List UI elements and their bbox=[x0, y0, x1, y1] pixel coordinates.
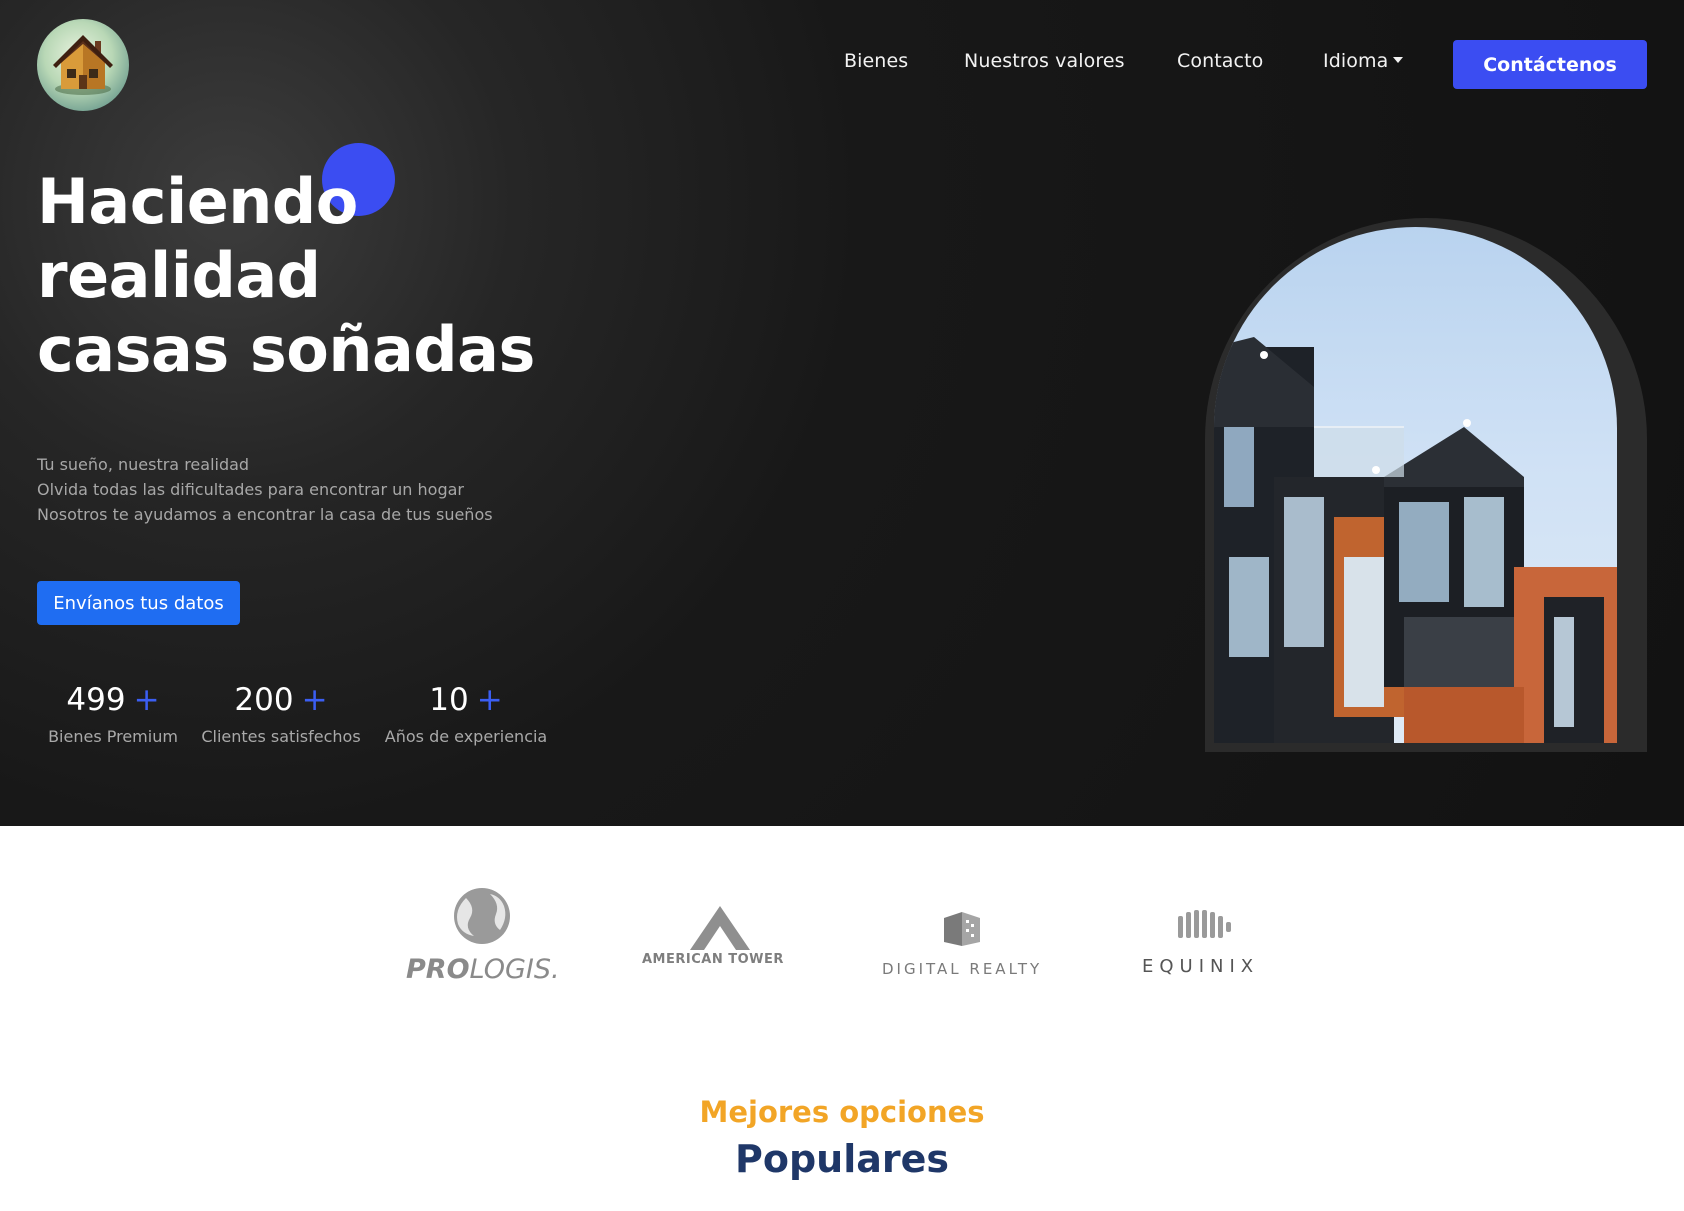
stat-label: Clientes satisfechos bbox=[201, 727, 361, 746]
stat-item: 499 + Bienes Premium bbox=[45, 682, 181, 746]
stat-value: 200 + bbox=[234, 682, 328, 718]
stat-item: 200 + Clientes satisfechos bbox=[197, 682, 365, 746]
nav-nuestros-valores[interactable]: Nuestros valores bbox=[964, 50, 1125, 72]
stat-label: Años de experiencia bbox=[384, 727, 548, 746]
nav-bienes[interactable]: Bienes bbox=[844, 50, 908, 72]
nav-idioma-label: Idioma bbox=[1323, 50, 1389, 72]
hero-text-line: Tu sueño, nuestra realidad bbox=[37, 455, 250, 474]
brand-equinix: EQUINIX bbox=[1140, 906, 1280, 986]
brand-prologis: PROLOGIS. bbox=[404, 884, 564, 985]
stat-item: 10 + Años de experiencia bbox=[381, 682, 551, 746]
partner-logos: PROLOGIS. AMERICAN TOWER DIGITAL REALTY bbox=[0, 826, 1684, 1026]
modern-building-photo bbox=[1214, 227, 1617, 743]
stat-value: 10 + bbox=[429, 682, 503, 718]
section-subtitle: Mejores opciones bbox=[699, 1095, 985, 1129]
brand-american-tower: AMERICAN TOWER bbox=[640, 902, 810, 992]
hero-title-line: realidad bbox=[37, 239, 321, 312]
brand-american-tower-label: AMERICAN TOWER bbox=[642, 952, 784, 967]
hero-section: Bienes Nuestros valores Contacto Idioma … bbox=[0, 0, 1684, 826]
brand-equinix-label: EQUINIX bbox=[1142, 956, 1260, 977]
brand-prologis-label: PROLOGIS. bbox=[406, 954, 560, 985]
section-title: Populares bbox=[734, 1137, 949, 1181]
hero-title: Haciendo realidad casas soñadas bbox=[37, 165, 535, 387]
hero-text-line: Olvida todas las dificultades para encon… bbox=[37, 480, 464, 499]
house-logo-icon[interactable] bbox=[37, 19, 129, 111]
contact-button[interactable]: Contáctenos bbox=[1453, 40, 1647, 89]
brand-digital-realty: DIGITAL REALTY bbox=[880, 910, 1050, 990]
hero-text-line: Nosotros te ayudamos a encontrar la casa… bbox=[37, 505, 493, 524]
hero-description: Tu sueño, nuestra realidad Olvida todas … bbox=[37, 452, 493, 527]
caret-down-icon bbox=[1393, 57, 1404, 63]
cube-icon bbox=[944, 912, 980, 946]
hero-title-line: casas soñadas bbox=[37, 313, 535, 386]
hero-title-line: Haciendo bbox=[37, 165, 358, 238]
stat-label: Bienes Premium bbox=[48, 727, 178, 746]
nav-idioma-dropdown[interactable]: Idioma bbox=[1323, 50, 1404, 72]
send-data-button[interactable]: Envíanos tus datos bbox=[37, 581, 240, 625]
nav-contacto[interactable]: Contacto bbox=[1177, 50, 1263, 72]
brand-digital-realty-label: DIGITAL REALTY bbox=[882, 960, 1043, 978]
stat-value: 499 + bbox=[66, 682, 160, 718]
equinix-mark-icon bbox=[1178, 910, 1231, 938]
